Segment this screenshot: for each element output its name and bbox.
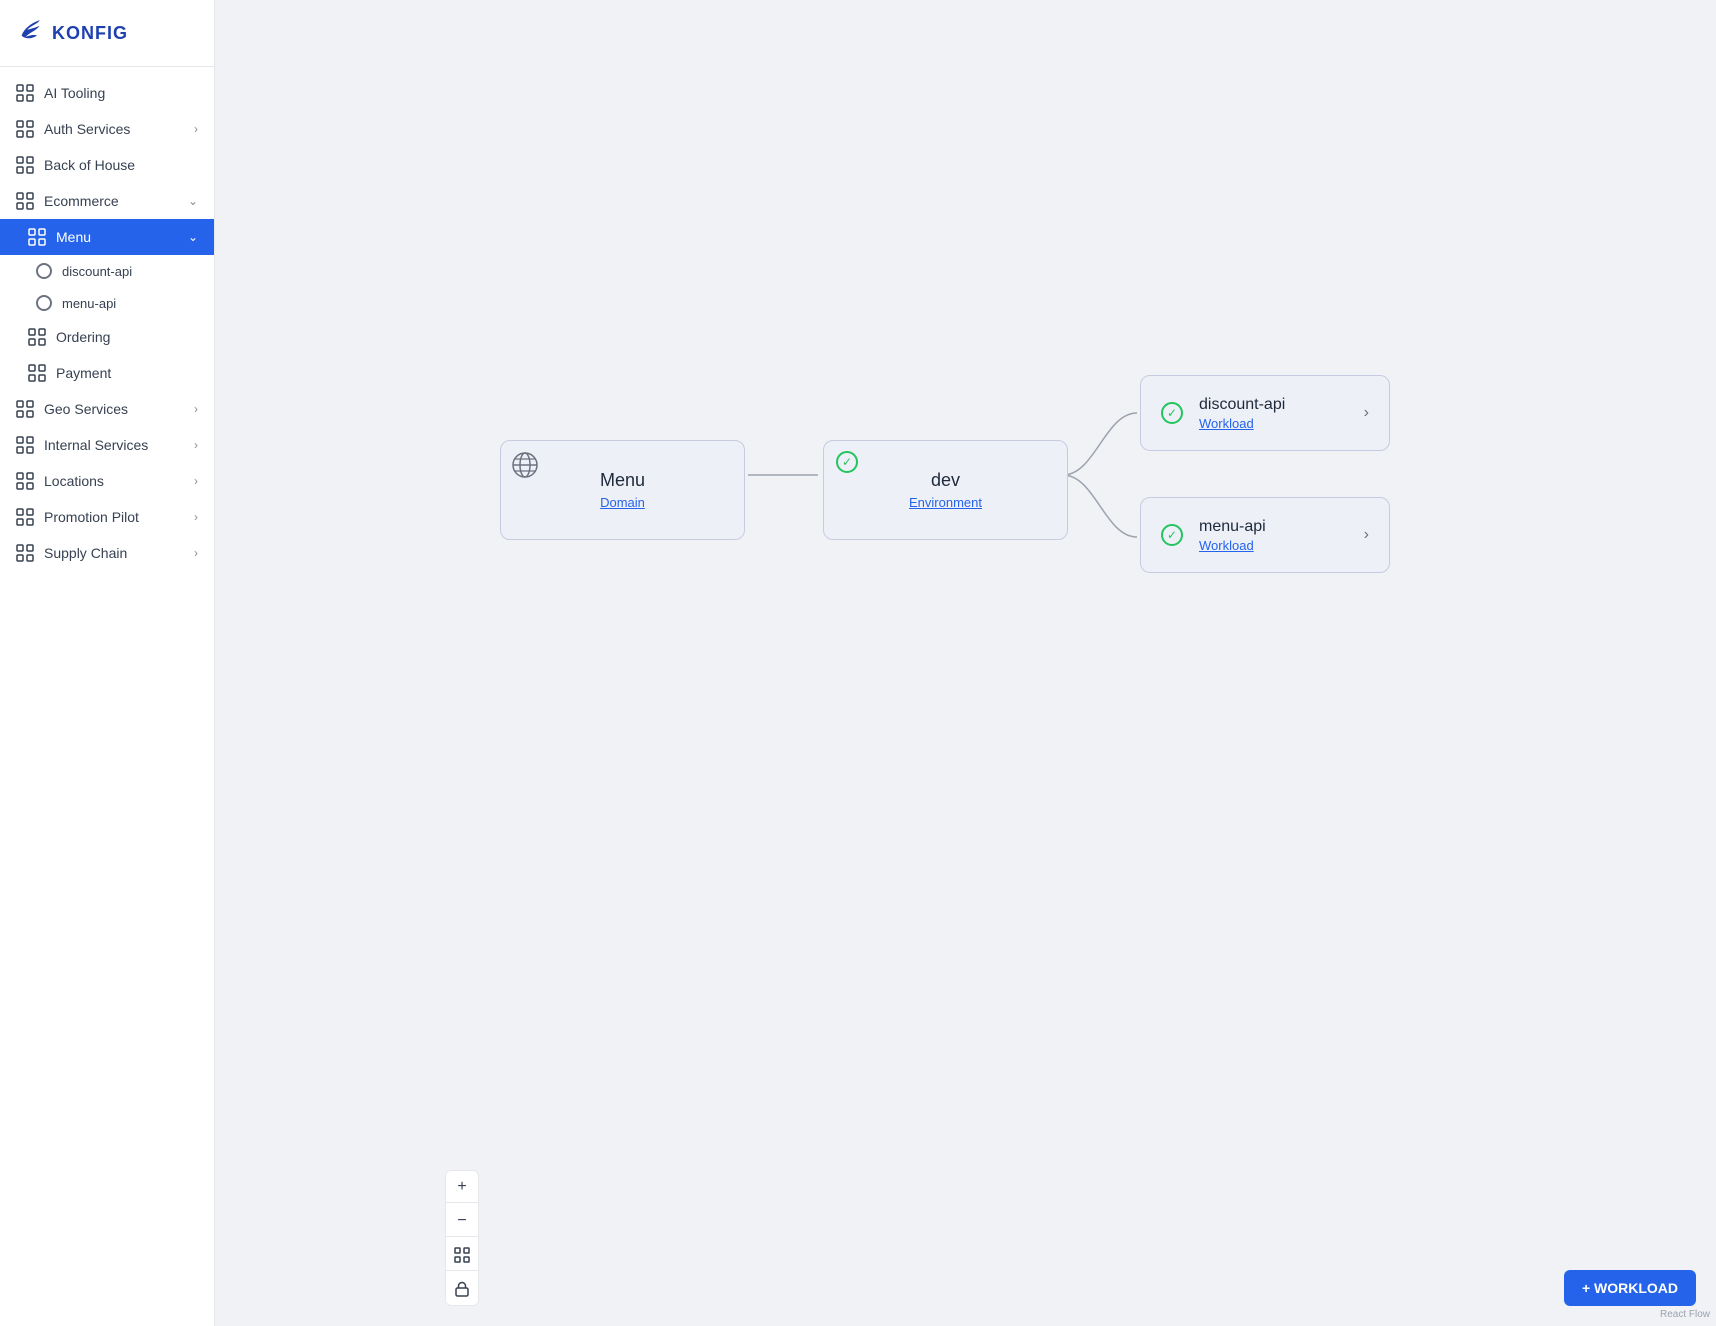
sidebar-item-back-of-house[interactable]: Back of House	[0, 147, 214, 183]
menu-api-workload-node[interactable]: ✓ menu-api Workload ›	[1140, 497, 1390, 573]
menu-api-title: menu-api	[1199, 518, 1266, 536]
env-status-icon: ✓	[836, 451, 858, 473]
discount-api-workload-content: discount-api Workload	[1199, 396, 1348, 431]
sidebar-subitem-menu-api[interactable]: menu-api	[0, 287, 214, 319]
sidebar-item-ai-tooling-label: AI Tooling	[44, 85, 105, 101]
domain-globe-icon	[511, 451, 539, 479]
chevron-right-icon: ›	[194, 122, 198, 136]
sidebar-item-ecommerce[interactable]: Ecommerce ⌄	[0, 183, 214, 219]
chevron-right-icon-internal: ›	[194, 438, 198, 452]
sidebar-item-supply-chain-label: Supply Chain	[44, 545, 127, 561]
sidebar-item-locations-label: Locations	[44, 473, 104, 489]
sidebar-item-auth-services[interactable]: Auth Services ›	[0, 111, 214, 147]
react-flow-watermark: React Flow	[1660, 1309, 1710, 1320]
sidebar-item-supply-chain[interactable]: Supply Chain ›	[0, 535, 214, 571]
grid-icon-ordering	[28, 328, 46, 346]
sidebar-item-geo-services-label: Geo Services	[44, 401, 128, 417]
discount-api-title: discount-api	[1199, 396, 1285, 414]
sidebar-subitem-discount-api[interactable]: discount-api	[0, 255, 214, 287]
menu-api-status-icon: ✓	[1161, 524, 1183, 546]
chevron-down-icon-ecommerce: ⌄	[188, 194, 198, 208]
sidebar-item-payment-label: Payment	[56, 365, 111, 381]
sidebar: KONFIG AI Tooling Auth Services ›	[0, 0, 215, 1326]
logo: KONFIG	[0, 0, 214, 67]
sidebar-item-promotion-pilot[interactable]: Promotion Pilot ›	[0, 499, 214, 535]
sidebar-item-ordering[interactable]: Ordering	[0, 319, 214, 355]
dev-env-node[interactable]: ✓ dev Environment	[823, 440, 1068, 540]
menu-domain-node[interactable]: Menu Domain	[500, 440, 745, 540]
menu-node-title: Menu	[600, 470, 645, 491]
sidebar-item-payment[interactable]: Payment	[0, 355, 214, 391]
logo-icon	[16, 16, 44, 50]
discount-api-subtitle[interactable]: Workload	[1199, 416, 1254, 431]
dev-node-subtitle[interactable]: Environment	[909, 495, 982, 510]
sidebar-item-auth-services-label: Auth Services	[44, 121, 130, 137]
discount-api-workload-node[interactable]: ✓ discount-api Workload ›	[1140, 375, 1390, 451]
sidebar-item-back-of-house-label: Back of House	[44, 157, 135, 173]
fit-icon	[454, 1247, 470, 1263]
menu-api-subtitle[interactable]: Workload	[1199, 538, 1254, 553]
sidebar-item-geo-services[interactable]: Geo Services ›	[0, 391, 214, 427]
grid-icon-geo	[16, 400, 34, 418]
grid-icon-menu	[28, 228, 46, 246]
sidebar-item-internal-services-label: Internal Services	[44, 437, 148, 453]
sidebar-item-menu-label: Menu	[56, 229, 91, 245]
circle-icon-menuapi	[36, 295, 52, 311]
sidebar-item-locations[interactable]: Locations ›	[0, 463, 214, 499]
grid-icon-internal	[16, 436, 34, 454]
dev-node-title: dev	[931, 470, 960, 491]
canvas-controls: + −	[445, 1170, 479, 1306]
sidebar-subitem-discount-api-label: discount-api	[62, 264, 132, 279]
chevron-right-icon-geo: ›	[194, 402, 198, 416]
logo-text: KONFIG	[52, 23, 128, 44]
sidebar-item-internal-services[interactable]: Internal Services ›	[0, 427, 214, 463]
fit-view-button[interactable]	[446, 1239, 478, 1271]
sidebar-item-ecommerce-label: Ecommerce	[44, 193, 119, 209]
chevron-right-icon-supply: ›	[194, 546, 198, 560]
connections-svg	[215, 0, 1716, 1326]
sidebar-item-menu[interactable]: Menu ⌄	[0, 219, 214, 255]
grid-icon-payment	[28, 364, 46, 382]
chevron-down-icon-menu: ⌄	[188, 230, 198, 244]
grid-icon-locations	[16, 472, 34, 490]
chevron-right-icon-locations: ›	[194, 474, 198, 488]
sidebar-item-ai-tooling[interactable]: AI Tooling	[0, 75, 214, 111]
circle-icon-discount	[36, 263, 52, 279]
chevron-right-icon-promotion: ›	[194, 510, 198, 524]
grid-icon-auth	[16, 120, 34, 138]
menu-node-subtitle[interactable]: Domain	[600, 495, 645, 510]
sidebar-item-ordering-label: Ordering	[56, 329, 110, 345]
grid-icon	[16, 84, 34, 102]
add-workload-button[interactable]: + WORKLOAD	[1564, 1270, 1696, 1306]
discount-api-chevron-icon: ›	[1364, 404, 1369, 422]
grid-icon-ecommerce	[16, 192, 34, 210]
menu-api-workload-content: menu-api Workload	[1199, 518, 1348, 553]
menu-api-chevron-icon: ›	[1364, 526, 1369, 544]
grid-icon-boh	[16, 156, 34, 174]
main-content: Menu Domain ✓ dev Environment ✓ discount…	[215, 0, 1716, 1326]
zoom-out-button[interactable]: −	[446, 1205, 478, 1237]
discount-api-status-icon: ✓	[1161, 402, 1183, 424]
grid-icon-supply	[16, 544, 34, 562]
sidebar-item-promotion-pilot-label: Promotion Pilot	[44, 509, 139, 525]
sidebar-subitem-menu-api-label: menu-api	[62, 296, 116, 311]
sidebar-nav: AI Tooling Auth Services › Back of House	[0, 67, 214, 579]
lock-button[interactable]	[446, 1273, 478, 1305]
zoom-in-button[interactable]: +	[446, 1171, 478, 1203]
flow-canvas[interactable]: Menu Domain ✓ dev Environment ✓ discount…	[215, 0, 1716, 1326]
grid-icon-promotion	[16, 508, 34, 526]
lock-icon	[455, 1281, 469, 1297]
